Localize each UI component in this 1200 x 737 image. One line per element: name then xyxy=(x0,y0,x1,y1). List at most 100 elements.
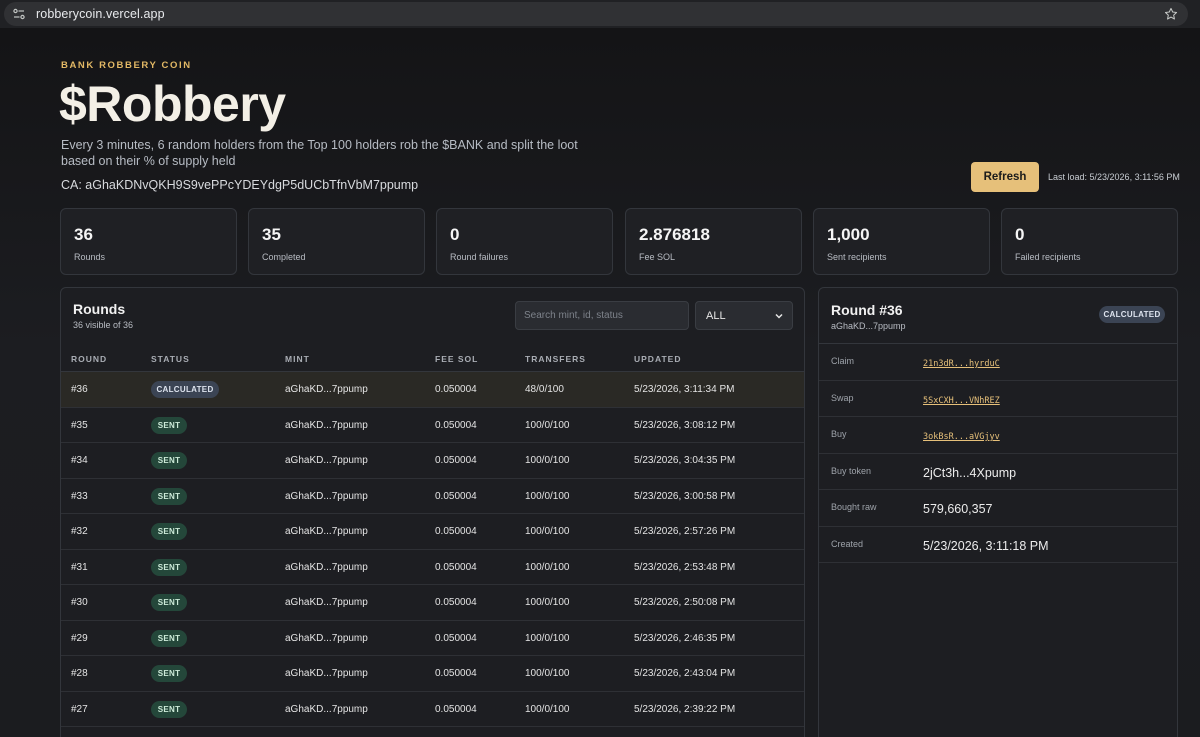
status-badge: SENT xyxy=(151,594,187,611)
status-badge: SENT xyxy=(151,523,187,540)
detail-value: 2jCt3h...4Xpump xyxy=(923,465,1017,480)
round-id: #36 xyxy=(71,384,88,395)
detail-label: Created xyxy=(831,538,864,549)
transaction-link[interactable]: 3okBsR...aVGjyv xyxy=(923,432,1000,442)
updated-time: 5/23/2026, 3:00:58 PM xyxy=(634,490,736,502)
page-description: Every 3 minutes, 6 random holders from t… xyxy=(61,138,578,168)
updated-time: 5/23/2026, 2:50:08 PM xyxy=(634,597,736,608)
stat-value: 35 xyxy=(262,225,281,244)
transfers: 100/0/100 xyxy=(525,597,570,608)
detail-list: Claim 21n3dR...hyrduC Swap 5SxCXH...VNhREZ B… xyxy=(819,343,1177,563)
detail-row: Claim 21n3dR...hyrduC xyxy=(819,344,1177,381)
search-input[interactable] xyxy=(515,301,689,330)
updated-time: 5/23/2026, 2:46:35 PM xyxy=(634,632,736,644)
table-row[interactable]: #27 SENT aGhaKD...7ppump 0.050004 100/0/100 5… xyxy=(61,692,804,727)
stat-label: Failed recipients xyxy=(1015,252,1081,262)
updated-time: 5/23/2026, 3:04:35 PM xyxy=(634,455,736,466)
updated-time: 5/23/2026, 2:53:48 PM xyxy=(634,561,736,573)
table-row[interactable]: #30 SENT aGhaKD...7ppump 0.050004 100/0/100 5… xyxy=(61,585,804,621)
column-header-mint[interactable]: MINT xyxy=(285,354,310,364)
stat-card-sent-recipients: 1,000 Sent recipients xyxy=(813,208,990,275)
table-row[interactable]: #28 SENT aGhaKD...7ppump 0.050004 100/0/100 5… xyxy=(61,656,804,692)
detail-row: Swap 5SxCXH...VNhREZ xyxy=(819,381,1177,417)
column-header-fee-sol[interactable]: FEE SOL xyxy=(435,354,478,364)
rounds-count: 36 visible of 36 xyxy=(73,320,134,330)
page: BANK ROBBERY COIN $Robbery Every 3 minut… xyxy=(0,28,1200,737)
stat-value: 1,000 xyxy=(827,225,870,244)
column-header-transfers[interactable]: TRANSFERS xyxy=(525,354,586,364)
mint-address: aGhaKD...7ppump xyxy=(285,455,368,466)
transaction-link[interactable]: 21n3dR...hyrduC xyxy=(923,359,1000,369)
stat-label: Round failures xyxy=(450,252,509,262)
bookmark-star-icon[interactable] xyxy=(1162,5,1180,23)
updated-time: 5/23/2026, 3:08:12 PM xyxy=(634,419,736,431)
stat-label: Rounds xyxy=(74,252,106,262)
status-badge: SENT xyxy=(151,700,187,718)
column-header-status[interactable]: STATUS xyxy=(151,354,190,364)
status-filter-select[interactable]: ALL xyxy=(695,301,793,330)
chevron-down-icon xyxy=(774,311,784,324)
stat-card-rounds: 36 Rounds xyxy=(60,208,237,275)
transfers: 48/0/100 xyxy=(525,384,564,395)
table-row[interactable]: #34 SENT aGhaKD...7ppump 0.050004 100/0/100 5… xyxy=(61,443,804,479)
table-row[interactable]: #36 CALCULATED aGhaKD...7ppump 0.050004 48/0… xyxy=(61,372,804,408)
table-row[interactable]: #29 SENT aGhaKD...7ppump 0.050004 100/0/100 5… xyxy=(61,621,804,656)
status-badge: SENT xyxy=(151,558,187,576)
detail-label: Claim xyxy=(831,356,855,366)
detail-value: 579,660,357 xyxy=(923,502,993,516)
column-header-updated[interactable]: UPDATED xyxy=(634,354,681,364)
fee-sol: 0.050004 xyxy=(435,490,477,502)
transaction-link[interactable]: 5SxCXH...VNhREZ xyxy=(923,396,1000,406)
fee-sol: 0.050004 xyxy=(435,455,477,466)
round-id: #33 xyxy=(71,490,88,502)
fee-sol: 0.050004 xyxy=(435,419,477,431)
round-id: #31 xyxy=(71,561,88,573)
table-row[interactable]: #32 SENT aGhaKD...7ppump 0.050004 100/0/100 5… xyxy=(61,514,804,550)
stat-card-failed-recipients: 0 Failed recipients xyxy=(1001,208,1178,275)
status-badge: SENT xyxy=(151,416,187,434)
mint-address: aGhaKD...7ppump xyxy=(285,490,368,502)
detail-row: Buy 3okBsR...aVGjyv xyxy=(819,417,1177,454)
table-row[interactable]: #31 SENT aGhaKD...7ppump 0.050004 100/0/100 5… xyxy=(61,550,804,585)
detail-row: Buy token 2jCt3h...4Xpump xyxy=(819,454,1177,490)
fee-sol: 0.050004 xyxy=(435,632,477,644)
mint-address: aGhaKD...7ppump xyxy=(285,526,368,537)
refresh-button[interactable]: Refresh xyxy=(971,162,1039,192)
mint-address: aGhaKD...7ppump xyxy=(285,561,368,573)
stat-value: 0 xyxy=(450,225,460,244)
stat-label: Completed xyxy=(262,252,306,262)
updated-time: 5/23/2026, 3:11:34 PM xyxy=(634,384,735,395)
round-id: #29 xyxy=(71,632,88,644)
transfers: 100/0/100 xyxy=(525,419,570,431)
mint-address: aGhaKD...7ppump xyxy=(285,668,368,679)
column-header-round[interactable]: ROUND xyxy=(71,354,107,364)
transfers: 100/0/100 xyxy=(525,490,570,502)
table-row[interactable]: #33 SENT aGhaKD...7ppump 0.050004 100/0/100 5… xyxy=(61,479,804,514)
eyebrow-label: BANK ROBBERY COIN xyxy=(61,60,192,71)
updated-time: 5/23/2026, 2:39:22 PM xyxy=(634,703,736,715)
status-filter-value: ALL xyxy=(706,309,726,322)
fee-sol: 0.050004 xyxy=(435,597,477,608)
fee-sol: 0.050004 xyxy=(435,526,477,537)
transfers: 100/0/100 xyxy=(525,668,570,679)
mint-address: aGhaKD...7ppump xyxy=(285,703,368,715)
address-bar[interactable]: robberycoin.vercel.app xyxy=(4,2,1188,26)
detail-label: Bought raw xyxy=(831,502,877,512)
detail-mint: aGhaKD...7ppump xyxy=(831,321,906,331)
rounds-panel: Rounds 36 visible of 36 ALL ROUND STATUS… xyxy=(60,287,805,737)
stat-card-fee-sol: 2.876818 Fee SOL xyxy=(625,208,802,275)
transfers: 100/0/100 xyxy=(525,561,570,573)
detail-label: Buy xyxy=(831,429,847,439)
stat-card-round-failures: 0 Round failures xyxy=(436,208,613,275)
transfers: 100/0/100 xyxy=(525,703,570,715)
updated-time: 5/23/2026, 2:57:26 PM xyxy=(634,526,736,537)
url-text[interactable]: robberycoin.vercel.app xyxy=(36,7,165,21)
stat-value: 0 xyxy=(1015,225,1025,244)
fee-sol: 0.050004 xyxy=(435,384,477,395)
table-row[interactable]: #35 SENT aGhaKD...7ppump 0.050004 100/0/100 5… xyxy=(61,408,804,443)
status-badge: SENT xyxy=(151,629,187,647)
fee-sol: 0.050004 xyxy=(435,703,477,715)
transfers: 100/0/100 xyxy=(525,526,570,537)
site-info-icon[interactable] xyxy=(10,5,28,23)
stat-card-completed: 35 Completed xyxy=(248,208,425,275)
